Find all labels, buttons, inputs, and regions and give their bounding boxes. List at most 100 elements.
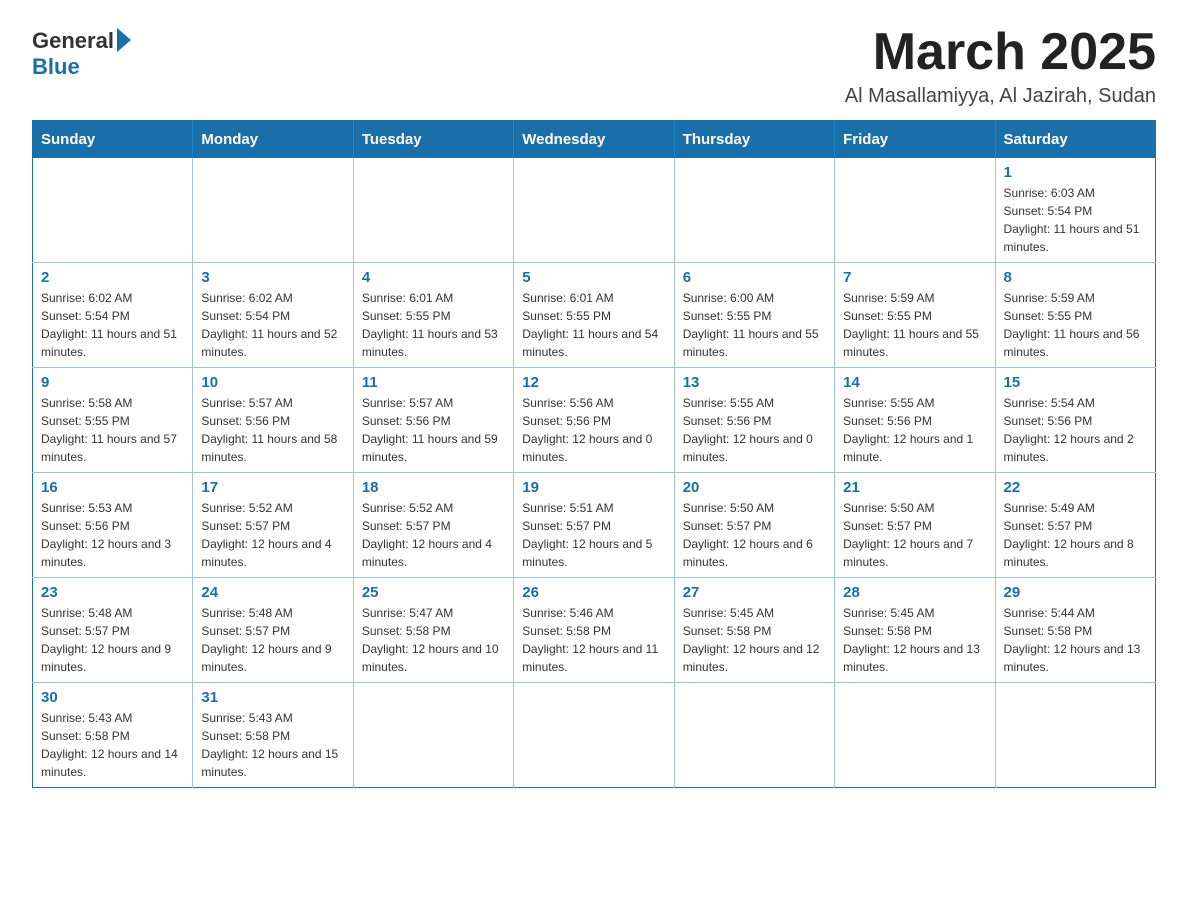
col-sunday: Sunday	[33, 121, 193, 159]
day-info: Sunrise: 5:45 AMSunset: 5:58 PMDaylight:…	[683, 604, 826, 676]
calendar-cell	[674, 683, 834, 788]
day-info: Sunrise: 6:00 AMSunset: 5:55 PMDaylight:…	[683, 289, 826, 361]
day-info: Sunrise: 5:45 AMSunset: 5:58 PMDaylight:…	[843, 604, 986, 676]
main-title: March 2025	[845, 24, 1156, 81]
calendar-cell: 25Sunrise: 5:47 AMSunset: 5:58 PMDayligh…	[353, 578, 513, 683]
calendar-cell: 28 Sunrise: 5:45 AMSunset: 5:58 PMDayligh…	[835, 578, 995, 683]
calendar-cell: 2Sunrise: 6:02 AMSunset: 5:54 PMDaylight…	[33, 263, 193, 368]
calendar-week-row: 1Sunrise: 6:03 AMSunset: 5:54 PMDaylight…	[33, 158, 1156, 263]
day-info: Sunrise: 5:59 AMSunset: 5:55 PMDaylight:…	[843, 289, 986, 361]
calendar-cell: 5Sunrise: 6:01 AMSunset: 5:55 PMDaylight…	[514, 263, 674, 368]
calendar-cell: 24Sunrise: 5:48 AMSunset: 5:57 PMDayligh…	[193, 578, 353, 683]
day-number: 19	[522, 479, 665, 496]
logo-arrow-icon	[117, 28, 131, 52]
day-number: 29	[1004, 584, 1147, 601]
calendar-cell: 23 Sunrise: 5:48 AMSunset: 5:57 PMDayligh…	[33, 578, 193, 683]
day-info: Sunrise: 5:52 AMSunset: 5:57 PMDaylight:…	[201, 499, 344, 571]
logo: General Blue	[32, 24, 131, 80]
col-wednesday: Wednesday	[514, 121, 674, 159]
calendar-cell: 12Sunrise: 5:56 AMSunset: 5:56 PMDayligh…	[514, 368, 674, 473]
calendar-cell: 30 Sunrise: 5:43 AMSunset: 5:58 PMDayligh…	[33, 683, 193, 788]
calendar-table: Sunday Monday Tuesday Wednesday Thursday…	[32, 120, 1156, 788]
day-info: Sunrise: 5:51 AMSunset: 5:57 PMDaylight:…	[522, 499, 665, 571]
day-number: 13	[683, 374, 826, 391]
calendar-cell: 17 Sunrise: 5:52 AMSunset: 5:57 PMDayligh…	[193, 473, 353, 578]
calendar-cell: 16Sunrise: 5:53 AMSunset: 5:56 PMDayligh…	[33, 473, 193, 578]
col-monday: Monday	[193, 121, 353, 159]
day-info: Sunrise: 5:46 AMSunset: 5:58 PMDaylight:…	[522, 604, 665, 676]
calendar-cell	[674, 158, 834, 263]
col-tuesday: Tuesday	[353, 121, 513, 159]
calendar-cell: 18Sunrise: 5:52 AMSunset: 5:57 PMDayligh…	[353, 473, 513, 578]
day-info: Sunrise: 6:03 AMSunset: 5:54 PMDaylight:…	[1004, 184, 1147, 256]
day-info: Sunrise: 5:59 AMSunset: 5:55 PMDaylight:…	[1004, 289, 1147, 361]
calendar-cell: 31 Sunrise: 5:43 AMSunset: 5:58 PMDayligh…	[193, 683, 353, 788]
day-info: Sunrise: 5:48 AMSunset: 5:57 PMDaylight:…	[201, 604, 344, 676]
day-info: Sunrise: 6:01 AMSunset: 5:55 PMDaylight:…	[522, 289, 665, 361]
calendar-cell	[514, 158, 674, 263]
day-number: 15	[1004, 374, 1147, 391]
calendar-cell: 6 Sunrise: 6:00 AMSunset: 5:55 PMDaylight…	[674, 263, 834, 368]
calendar-cell: 10 Sunrise: 5:57 AMSunset: 5:56 PMDayligh…	[193, 368, 353, 473]
calendar-cell	[835, 158, 995, 263]
day-info: Sunrise: 6:01 AMSunset: 5:55 PMDaylight:…	[362, 289, 505, 361]
day-number: 17	[201, 479, 344, 496]
day-info: Sunrise: 5:43 AMSunset: 5:58 PMDaylight:…	[201, 709, 344, 781]
calendar-week-row: 9Sunrise: 5:58 AMSunset: 5:55 PMDaylight…	[33, 368, 1156, 473]
day-number: 31	[201, 689, 344, 706]
col-thursday: Thursday	[674, 121, 834, 159]
day-info: Sunrise: 5:50 AMSunset: 5:57 PMDaylight:…	[683, 499, 826, 571]
day-number: 8	[1004, 269, 1147, 286]
calendar-week-row: 2Sunrise: 6:02 AMSunset: 5:54 PMDaylight…	[33, 263, 1156, 368]
day-number: 7	[843, 269, 986, 286]
calendar-header-row: Sunday Monday Tuesday Wednesday Thursday…	[33, 121, 1156, 159]
day-number: 20	[683, 479, 826, 496]
page-header: General Blue March 2025 Al Masallamiyya,…	[32, 24, 1156, 108]
calendar-cell: 20 Sunrise: 5:50 AMSunset: 5:57 PMDayligh…	[674, 473, 834, 578]
day-number: 3	[201, 269, 344, 286]
day-number: 14	[843, 374, 986, 391]
day-info: Sunrise: 5:48 AMSunset: 5:57 PMDaylight:…	[41, 604, 184, 676]
day-info: Sunrise: 5:55 AMSunset: 5:56 PMDaylight:…	[843, 394, 986, 466]
subtitle: Al Masallamiyya, Al Jazirah, Sudan	[845, 85, 1156, 108]
calendar-week-row: 23 Sunrise: 5:48 AMSunset: 5:57 PMDayligh…	[33, 578, 1156, 683]
calendar-cell: 15 Sunrise: 5:54 AMSunset: 5:56 PMDayligh…	[995, 368, 1155, 473]
logo-general-text: General	[32, 28, 131, 54]
col-saturday: Saturday	[995, 121, 1155, 159]
calendar-cell: 1Sunrise: 6:03 AMSunset: 5:54 PMDaylight…	[995, 158, 1155, 263]
calendar-week-row: 16Sunrise: 5:53 AMSunset: 5:56 PMDayligh…	[33, 473, 1156, 578]
day-info: Sunrise: 5:54 AMSunset: 5:56 PMDaylight:…	[1004, 394, 1147, 466]
calendar-cell: 9Sunrise: 5:58 AMSunset: 5:55 PMDaylight…	[33, 368, 193, 473]
day-number: 30	[41, 689, 184, 706]
day-number: 6	[683, 269, 826, 286]
title-block: March 2025 Al Masallamiyya, Al Jazirah, …	[845, 24, 1156, 108]
day-info: Sunrise: 5:49 AMSunset: 5:57 PMDaylight:…	[1004, 499, 1147, 571]
calendar-cell: 29 Sunrise: 5:44 AMSunset: 5:58 PMDayligh…	[995, 578, 1155, 683]
day-number: 9	[41, 374, 184, 391]
col-friday: Friday	[835, 121, 995, 159]
calendar-cell: 8 Sunrise: 5:59 AMSunset: 5:55 PMDaylight…	[995, 263, 1155, 368]
day-number: 11	[362, 374, 505, 391]
calendar-cell	[33, 158, 193, 263]
calendar-cell: 21Sunrise: 5:50 AMSunset: 5:57 PMDayligh…	[835, 473, 995, 578]
day-number: 28	[843, 584, 986, 601]
day-number: 22	[1004, 479, 1147, 496]
calendar-cell: 19 Sunrise: 5:51 AMSunset: 5:57 PMDayligh…	[514, 473, 674, 578]
day-number: 23	[41, 584, 184, 601]
day-number: 10	[201, 374, 344, 391]
day-info: Sunrise: 5:44 AMSunset: 5:58 PMDaylight:…	[1004, 604, 1147, 676]
day-number: 25	[362, 584, 505, 601]
day-number: 18	[362, 479, 505, 496]
calendar-cell: 27Sunrise: 5:45 AMSunset: 5:58 PMDayligh…	[674, 578, 834, 683]
calendar-cell	[193, 158, 353, 263]
day-info: Sunrise: 5:57 AMSunset: 5:56 PMDaylight:…	[201, 394, 344, 466]
logo-general-label: General	[32, 28, 114, 54]
calendar-cell	[835, 683, 995, 788]
day-info: Sunrise: 5:43 AMSunset: 5:58 PMDaylight:…	[41, 709, 184, 781]
day-info: Sunrise: 6:02 AMSunset: 5:54 PMDaylight:…	[201, 289, 344, 361]
calendar-cell	[514, 683, 674, 788]
calendar-cell	[353, 158, 513, 263]
calendar-cell: 13 Sunrise: 5:55 AMSunset: 5:56 PMDayligh…	[674, 368, 834, 473]
day-number: 16	[41, 479, 184, 496]
day-info: Sunrise: 5:55 AMSunset: 5:56 PMDaylight:…	[683, 394, 826, 466]
